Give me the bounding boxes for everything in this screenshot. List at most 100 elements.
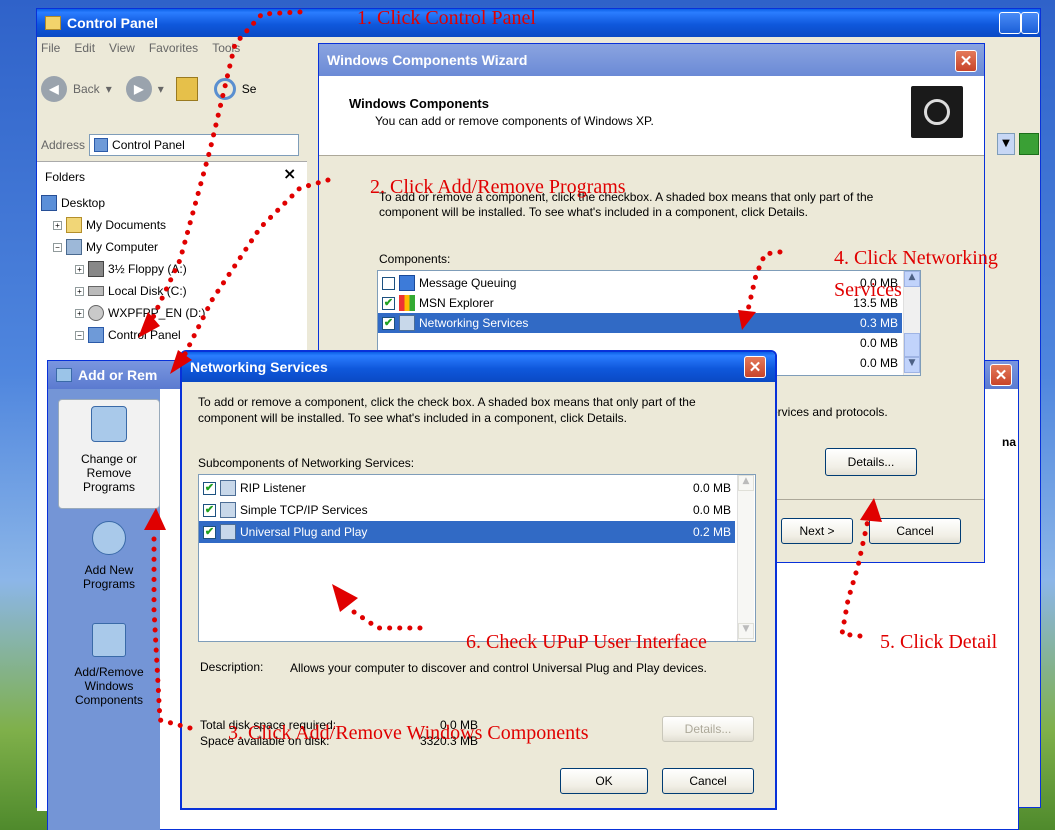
go-icon[interactable] <box>1019 133 1039 155</box>
component-size: 0.3 MB <box>859 316 898 330</box>
networking-close-button[interactable]: ✕ <box>744 356 766 378</box>
expand-icon[interactable]: + <box>53 220 62 230</box>
collapse-icon[interactable]: − <box>75 330 84 340</box>
back-arrow-icon[interactable]: ◀ <box>41 76 67 102</box>
scroll-up-icon[interactable]: ▲ <box>904 271 920 287</box>
tree-my-computer-label: My Computer <box>86 240 159 254</box>
ok-button[interactable]: OK <box>560 768 648 794</box>
address-dropdown-icon[interactable]: ▼ <box>997 133 1015 155</box>
menu-tools[interactable]: Tools <box>212 41 240 61</box>
component-name: Networking Services <box>419 316 529 330</box>
wizard-close-button[interactable]: ✕ <box>955 50 977 72</box>
tree-local-disk[interactable]: + Local Disk (C:) <box>41 280 291 302</box>
component-row-msn-explorer[interactable]: ✔ MSN Explorer 13.5 MB <box>378 293 902 313</box>
subcomponent-size: 0.2 MB <box>692 525 731 539</box>
add-remove-windows-label: Add/Remove Windows Components <box>74 665 144 707</box>
wizard-cancel-button[interactable]: Cancel <box>869 518 961 544</box>
change-remove-label: Change or Remove Programs <box>80 452 138 494</box>
control-panel-icon <box>45 16 61 30</box>
menu-favorites[interactable]: Favorites <box>149 41 198 61</box>
networking-cancel-button[interactable]: Cancel <box>662 768 754 794</box>
control-panel-small-icon <box>94 138 109 152</box>
networking-details-button[interactable]: Details... <box>662 716 754 742</box>
upnp-checkbox[interactable]: ✔ <box>203 525 216 539</box>
scroll-down-icon[interactable]: ▼ <box>904 357 920 373</box>
wizard-titlebar[interactable]: Windows Components Wizard <box>319 44 984 76</box>
search-label[interactable]: Se <box>242 82 257 96</box>
subcomponent-name: RIP Listener <box>240 481 306 495</box>
message-queuing-checkbox[interactable] <box>382 276 395 290</box>
menu-bar: File Edit View Favorites Tools <box>41 41 240 61</box>
components-scrollbar[interactable]: ▲ ▼ <box>903 271 920 375</box>
scroll-thumb[interactable] <box>904 333 920 357</box>
description-label: Description: <box>200 660 264 674</box>
component-row-networking-services[interactable]: ✔ Networking Services 0.3 MB <box>378 313 902 333</box>
control-panel-titlebar[interactable]: Control Panel <box>37 9 1040 37</box>
change-remove-button[interactable]: Change or Remove Programs <box>58 399 160 509</box>
tree-floppy[interactable]: +3½ Floppy (A:) <box>41 258 291 280</box>
address-field[interactable]: Control Panel <box>89 134 300 156</box>
networking-title: Networking Services <box>190 359 328 375</box>
message-queuing-icon <box>399 275 415 291</box>
wizard-header-title: Windows Components <box>349 96 489 111</box>
annotation-step6: 6. Check UPuP User Interface <box>466 631 707 653</box>
address-label: Address <box>41 138 86 152</box>
side-text: na <box>1002 435 1017 449</box>
subcomponent-row-universal-plug-and-play[interactable]: ✔ Universal Plug and Play 0.2 MB <box>199 521 735 543</box>
wizard-header: Windows Components You can add or remove… <box>319 76 984 156</box>
add-new-programs-button[interactable]: Add New Programs <box>58 521 160 611</box>
add-remove-close-button[interactable]: ✕ <box>990 364 1012 386</box>
component-name: MSN Explorer <box>419 296 494 310</box>
back-label[interactable]: Back <box>73 82 100 96</box>
control-panel-title: Control Panel <box>67 15 159 31</box>
tree-wxpfpp[interactable]: + WXPFPP_EN (D:) <box>41 302 291 324</box>
add-new-programs-icon <box>92 521 126 555</box>
subcomponent-row-rip-listener[interactable]: ✔ RIP Listener 0.0 MB <box>199 477 735 499</box>
tree-floppy-label: 3½ Floppy (A:) <box>108 262 187 276</box>
networking-titlebar[interactable]: Networking Services <box>182 352 775 382</box>
back-dropdown-icon[interactable]: ▾ <box>106 82 112 96</box>
cd-drive-icon <box>88 305 104 321</box>
annotation-step1: 1. Click Control Panel <box>357 7 536 29</box>
add-remove-windows-button[interactable]: Add/Remove Windows Components <box>58 623 160 723</box>
rip-listener-checkbox[interactable]: ✔ <box>203 481 216 495</box>
wizard-title: Windows Components Wizard <box>327 52 528 68</box>
menu-file[interactable]: File <box>41 41 60 61</box>
minimize-button[interactable] <box>999 12 1021 34</box>
simple-tcpip-checkbox[interactable]: ✔ <box>203 503 216 517</box>
msn-explorer-checkbox[interactable]: ✔ <box>382 296 395 310</box>
component-row-message-queuing[interactable]: Message Queuing 0.0 MB <box>378 273 902 293</box>
subcomponent-row-simple-tcpip[interactable]: ✔ Simple TCP/IP Services 0.0 MB <box>199 499 735 521</box>
wizard-next-button[interactable]: Next > <box>781 518 853 544</box>
wizard-details-button[interactable]: Details... <box>825 448 917 476</box>
search-icon[interactable] <box>213 78 236 100</box>
forward-dropdown-icon[interactable]: ▾ <box>158 82 164 96</box>
folders-close-icon[interactable]: × <box>283 164 296 183</box>
software-box-icon <box>911 86 963 138</box>
subcomponents-list[interactable]: ✔ RIP Listener 0.0 MB ✔ Simple TCP/IP Se… <box>198 474 756 642</box>
networking-services-checkbox[interactable]: ✔ <box>382 316 395 330</box>
tree-control-panel[interactable]: − Control Panel <box>41 324 291 346</box>
expand-icon[interactable]: + <box>75 308 84 318</box>
address-bar: Address Control Panel <box>41 133 300 157</box>
forward-arrow-icon[interactable]: ▶ <box>125 76 152 102</box>
expand-icon[interactable]: + <box>75 286 84 296</box>
scroll-down-icon[interactable]: ▼ <box>738 623 754 639</box>
expand-icon[interactable]: + <box>75 264 84 274</box>
tree-desktop[interactable]: Desktop <box>41 192 291 214</box>
desktop-icon <box>41 195 57 211</box>
up-folder-icon[interactable] <box>175 77 198 101</box>
scroll-up-icon[interactable]: ▲ <box>738 475 754 491</box>
subcomponent-name: Simple TCP/IP Services <box>240 503 368 517</box>
maximize-button[interactable] <box>1021 12 1039 34</box>
wizard-header-subtitle: You can add or remove components of Wind… <box>375 114 654 128</box>
tree-control-panel-label: Control Panel <box>108 328 181 342</box>
msn-butterfly-icon <box>399 295 415 311</box>
collapse-icon[interactable]: − <box>53 242 62 252</box>
tree-my-documents[interactable]: + My Documents <box>41 214 291 236</box>
component-size: 0.0 MB <box>859 336 898 350</box>
menu-edit[interactable]: Edit <box>74 41 95 61</box>
tree-my-computer[interactable]: − My Computer <box>41 236 291 258</box>
menu-view[interactable]: View <box>109 41 135 61</box>
subcomponents-scrollbar[interactable]: ▲ ▼ <box>737 475 754 641</box>
